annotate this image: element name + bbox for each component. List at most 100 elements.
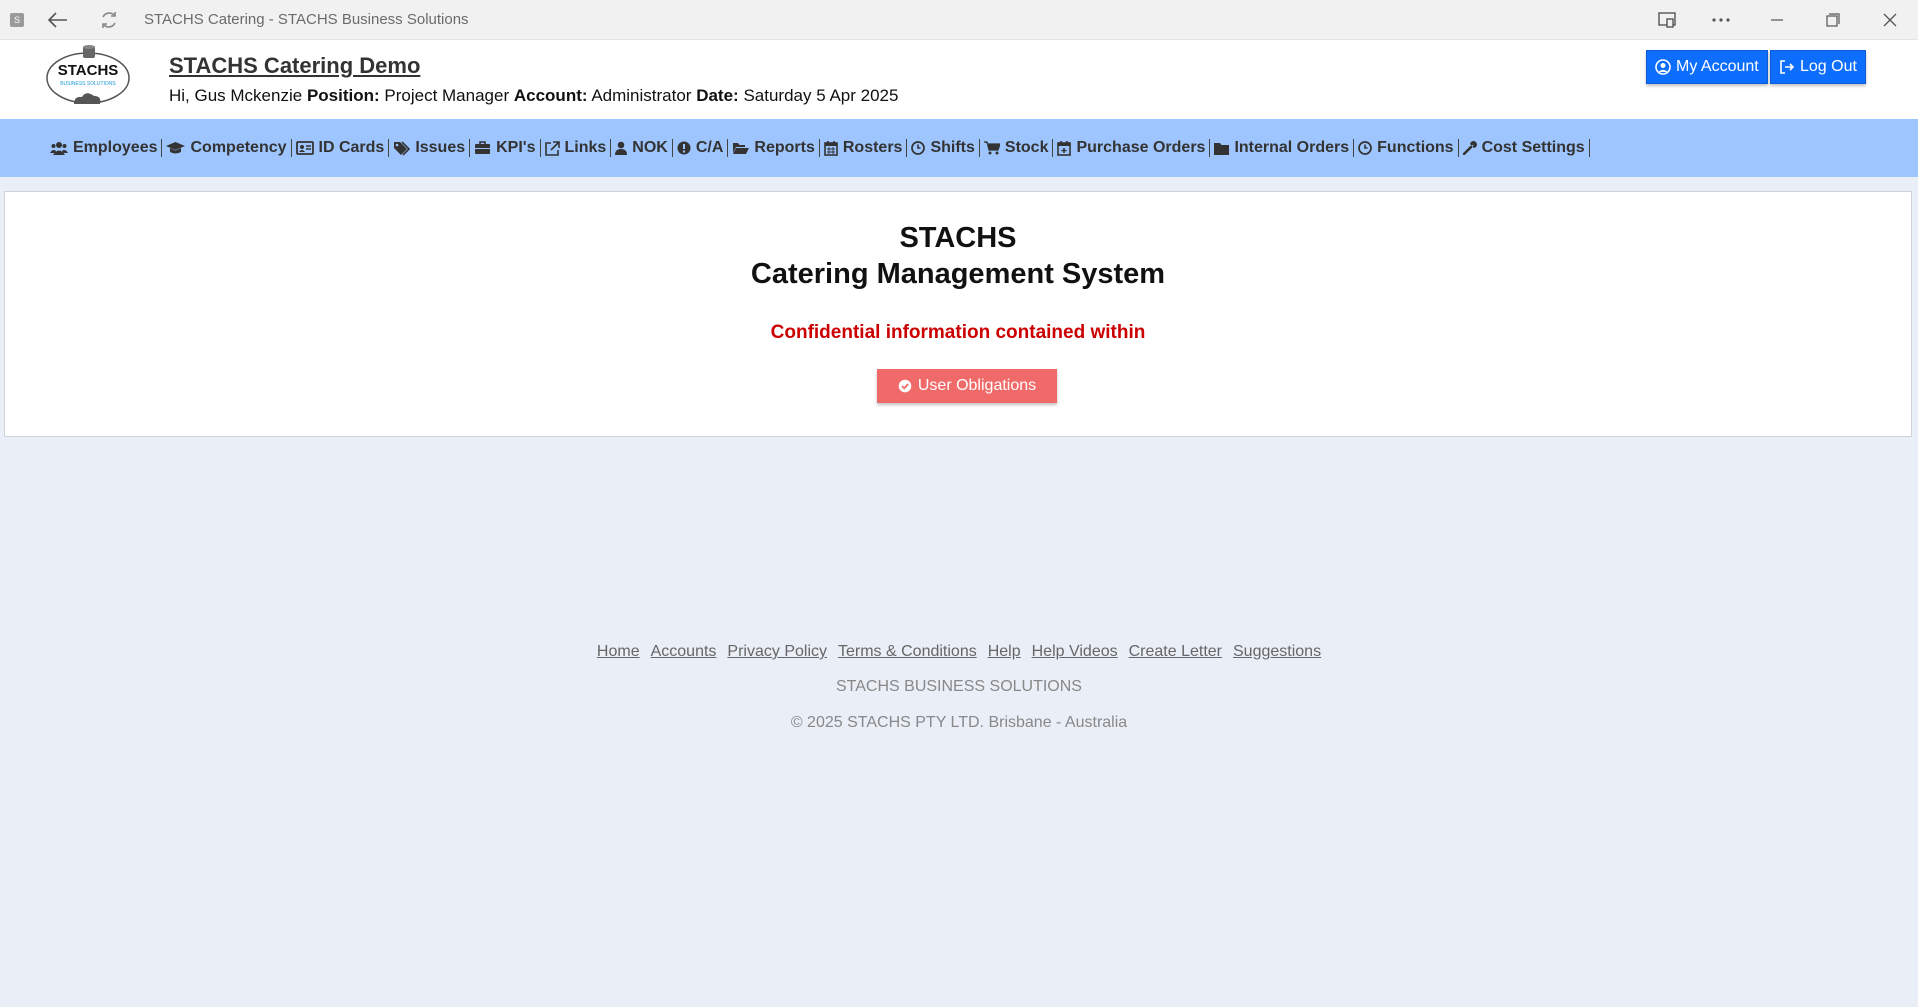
- system-name: STACHS: [899, 222, 1017, 254]
- nav-separator: [539, 139, 541, 157]
- close-icon: [1883, 13, 1897, 27]
- back-button[interactable]: [42, 6, 74, 34]
- nav-separator: [906, 139, 908, 157]
- user-icon: [615, 141, 628, 155]
- nav-separator: [978, 139, 980, 157]
- footer-link-create-letter[interactable]: Create Letter: [1129, 643, 1222, 661]
- exclamation-circle-icon: [677, 141, 691, 155]
- nav-separator: [818, 139, 820, 157]
- confidential-notice: Confidential information contained withi…: [770, 322, 1146, 343]
- calendar-icon: [824, 140, 838, 156]
- nav-item-employees[interactable]: Employees: [49, 139, 161, 157]
- logo-text: STACHS: [58, 62, 119, 79]
- nav-separator: [1209, 139, 1211, 157]
- nav-item-nok[interactable]: NOK: [614, 139, 672, 157]
- nav-separator: [610, 139, 612, 157]
- nav-separator: [469, 139, 471, 157]
- main-nav: Employees Competency ID Cards Issues KPI…: [0, 119, 1918, 177]
- nav-separator: [1052, 139, 1054, 157]
- refresh-icon: [102, 12, 116, 28]
- external-link-icon: [544, 140, 560, 156]
- nav-item-shifts[interactable]: Shifts: [910, 139, 978, 157]
- my-account-button[interactable]: My Account: [1646, 50, 1768, 84]
- stachs-logo[interactable]: STACHS BUSINESS SOLUTIONS: [44, 44, 132, 112]
- back-arrow-icon: [48, 12, 67, 28]
- cast-icon: [1658, 12, 1676, 28]
- nav-item-stock[interactable]: Stock: [983, 139, 1053, 157]
- footer-link-privacy-policy[interactable]: Privacy Policy: [727, 643, 827, 661]
- clock-icon: [911, 141, 926, 155]
- ellipsis-icon: [1712, 18, 1730, 22]
- log-out-label: Log Out: [1800, 58, 1857, 75]
- user-info: Hi, Gus Mckenzie Position: Project Manag…: [169, 86, 898, 106]
- footer-link-home[interactable]: Home: [597, 643, 640, 661]
- position-label: Position:: [306, 86, 380, 105]
- minimize-button[interactable]: [1761, 6, 1793, 34]
- nav-separator: [290, 139, 292, 157]
- greeting: Hi, Gus Mckenzie: [169, 86, 303, 105]
- more-options-button[interactable]: [1705, 6, 1737, 34]
- restore-icon: [1826, 13, 1840, 27]
- nav-item-id-cards[interactable]: ID Cards: [295, 139, 389, 157]
- nav-item-kpis[interactable]: KPI's: [473, 139, 539, 157]
- footer-company: STACHS BUSINESS SOLUTIONS: [836, 678, 1082, 695]
- footer-link-accounts[interactable]: Accounts: [651, 643, 717, 661]
- nav-item-links[interactable]: Links: [544, 139, 611, 157]
- footer-link-help-videos[interactable]: Help Videos: [1032, 643, 1118, 661]
- nav-separator: [388, 139, 390, 157]
- user-circle-icon: [1655, 59, 1671, 75]
- window-titlebar: S STACHS Catering - STACHS Business Solu…: [0, 0, 1918, 40]
- nav-separator: [1588, 139, 1590, 157]
- folder-icon: [1214, 142, 1230, 155]
- nav-separator: [671, 139, 673, 157]
- sign-out-icon: [1780, 60, 1795, 74]
- site-title-link[interactable]: STACHS Catering Demo: [169, 53, 420, 79]
- nav-item-internal-orders[interactable]: Internal Orders: [1213, 139, 1353, 157]
- nav-item-cost-settings[interactable]: Cost Settings: [1462, 139, 1589, 157]
- nav-separator: [1353, 139, 1355, 157]
- footer-link-terms[interactable]: Terms & Conditions: [838, 643, 977, 661]
- cart-icon: [983, 141, 1000, 155]
- nav-item-reports[interactable]: Reports: [731, 139, 818, 157]
- nav-separator: [1457, 139, 1459, 157]
- nav-item-functions[interactable]: Functions: [1357, 139, 1457, 157]
- user-obligations-button[interactable]: User Obligations: [877, 369, 1057, 403]
- date-label: Date:: [696, 86, 739, 105]
- footer-copyright: © 2025 STACHS PTY LTD. Brisbane - Austra…: [790, 714, 1128, 731]
- window-title: STACHS Catering - STACHS Business Soluti…: [144, 11, 469, 28]
- footer-link-suggestions[interactable]: Suggestions: [1233, 643, 1321, 661]
- wrench-icon: [1462, 141, 1477, 155]
- cast-button[interactable]: [1651, 6, 1683, 34]
- position-value: Project Manager: [384, 86, 510, 105]
- nav-item-ca[interactable]: C/A: [676, 139, 728, 157]
- nav-item-competency[interactable]: Competency: [165, 139, 290, 157]
- nav-item-issues[interactable]: Issues: [392, 139, 469, 157]
- nav-item-purchase-orders[interactable]: Purchase Orders: [1056, 139, 1209, 157]
- users-icon: [50, 142, 68, 155]
- check-circle-icon: [898, 379, 912, 393]
- folder-open-icon: [733, 143, 750, 154]
- briefcase-icon: [475, 141, 491, 154]
- graduation-cap-icon: [166, 142, 186, 154]
- clock-icon: [1358, 141, 1372, 155]
- restore-button[interactable]: [1817, 6, 1849, 34]
- system-title: Catering Management System: [750, 258, 1166, 290]
- refresh-button[interactable]: [93, 6, 125, 34]
- logo-subtext: BUSINESS SOLUTIONS: [60, 81, 116, 87]
- tags-icon: [394, 140, 411, 156]
- nav-item-rosters[interactable]: Rosters: [823, 139, 907, 157]
- calendar-plus-icon: [1057, 140, 1072, 156]
- footer-links: Home Accounts Privacy Policy Terms & Con…: [0, 643, 1918, 661]
- nav-separator: [727, 139, 729, 157]
- close-button[interactable]: [1874, 6, 1906, 34]
- nav-separator: [161, 139, 163, 157]
- minimize-icon: [1771, 19, 1783, 21]
- account-label: Account:: [513, 86, 588, 105]
- app-icon: S: [10, 13, 24, 27]
- id-card-icon: [295, 141, 314, 155]
- welcome-card: STACHS Catering Management System Confid…: [4, 191, 1912, 437]
- account-value: Administrator: [591, 86, 692, 105]
- date-value: Saturday 5 Apr 2025: [743, 86, 899, 105]
- footer-link-help[interactable]: Help: [988, 643, 1021, 661]
- log-out-button[interactable]: Log Out: [1770, 50, 1866, 84]
